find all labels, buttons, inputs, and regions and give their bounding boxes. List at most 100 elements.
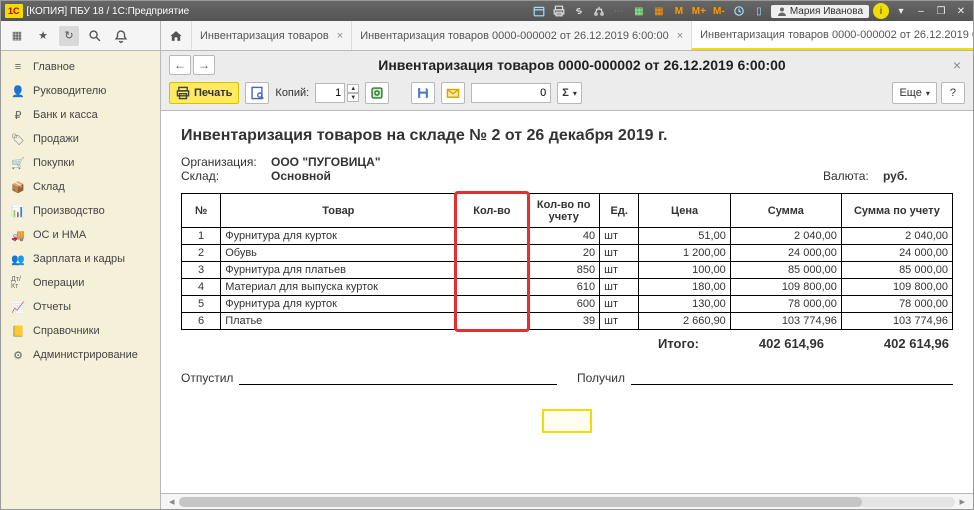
cell-qtyacc: 39: [528, 313, 600, 330]
star-icon[interactable]: ★: [33, 26, 53, 46]
col-header-7: Сумма по учету: [841, 194, 952, 228]
total-sum: 402 614,96: [739, 336, 824, 351]
cell-name: Фурнитура для платьев: [221, 262, 456, 279]
settings-button[interactable]: [365, 82, 389, 104]
more-button[interactable]: Еще ▾: [892, 82, 936, 104]
separator-icon: ⋯: [611, 3, 627, 19]
tab-doc-1[interactable]: Инвентаризация товаров 0000-000002 от 26…: [352, 21, 692, 50]
dropdown-icon[interactable]: ▾: [893, 3, 909, 19]
scale-icon[interactable]: [591, 3, 607, 19]
history-icon[interactable]: [531, 3, 547, 19]
cell-sum: 103 774,96: [730, 313, 841, 330]
letter-m-icon[interactable]: M: [671, 3, 687, 19]
cell-unit: шт: [600, 245, 639, 262]
sidebar-item-12[interactable]: ⚙Администрирование: [1, 343, 160, 367]
cell-qty: [456, 313, 528, 330]
sidebar-item-5[interactable]: 📦Склад: [1, 175, 160, 199]
save-button[interactable]: [411, 82, 435, 104]
mplus-icon[interactable]: M+: [691, 3, 707, 19]
warehouse-value: Основной: [271, 169, 331, 183]
apps-icon[interactable]: ▦: [7, 26, 27, 46]
help-button[interactable]: ?: [941, 82, 965, 104]
h-scroll-thumb[interactable]: [179, 497, 863, 507]
link-icon[interactable]: [571, 3, 587, 19]
h-scrollbar[interactable]: ◂ ▸: [161, 493, 973, 509]
tab-close-icon[interactable]: ×: [333, 30, 343, 42]
document-viewport[interactable]: Инвентаризация товаров на складе № 2 от …: [161, 110, 973, 493]
copies-label: Копий:: [275, 87, 309, 99]
restore-icon[interactable]: ❐: [933, 3, 949, 19]
cell-sumacc: 103 774,96: [841, 313, 952, 330]
sidebar-item-7[interactable]: 🚚ОС и НМА: [1, 223, 160, 247]
email-button[interactable]: [441, 82, 465, 104]
preview-button[interactable]: [245, 82, 269, 104]
panel-icon[interactable]: ▯: [751, 3, 767, 19]
cell-sum: 24 000,00: [730, 245, 841, 262]
page-close-button[interactable]: ×: [949, 57, 965, 73]
sidebar-item-label: Склад: [33, 181, 65, 193]
main-toolbar: ▦ ★ ↻ Инвентаризация товаров×Инвентариза…: [1, 21, 973, 51]
clock-icon[interactable]: [731, 3, 747, 19]
sidebar-item-8[interactable]: 👥Зарплата и кадры: [1, 247, 160, 271]
info-icon[interactable]: i: [873, 3, 889, 19]
sidebar-item-label: ОС и НМА: [33, 229, 86, 241]
cell-name: Обувь: [221, 245, 456, 262]
window-close-icon[interactable]: ✕: [953, 3, 969, 19]
search-icon[interactable]: [85, 26, 105, 46]
user-chip[interactable]: Мария Иванова: [771, 5, 869, 18]
print-icon[interactable]: [551, 3, 567, 19]
cell-qtyacc: 610: [528, 279, 600, 296]
sidebar-icon: Дт/Кт: [11, 276, 25, 290]
nav-back-button[interactable]: ←: [169, 55, 191, 75]
sidebar-item-2[interactable]: ₽Банк и касса: [1, 103, 160, 127]
sigma-icon: Σ: [562, 87, 569, 99]
cell-qty: [456, 228, 528, 245]
copies-spinner[interactable]: ▲ ▼: [315, 83, 359, 103]
copies-down-button[interactable]: ▼: [347, 93, 359, 102]
table-row: 3Фурнитура для платьев850шт100,0085 000,…: [182, 262, 953, 279]
cell-sumacc: 78 000,00: [841, 296, 952, 313]
cell-sumacc: 109 800,00: [841, 279, 952, 296]
sidebar-item-0[interactable]: ≡Главное: [1, 55, 160, 79]
nav-fwd-button[interactable]: →: [193, 55, 215, 75]
history-nav-icon[interactable]: ↻: [59, 26, 79, 46]
copies-up-button[interactable]: ▲: [347, 84, 359, 93]
cell-price: 100,00: [639, 262, 730, 279]
sidebar-item-label: Справочники: [33, 325, 100, 337]
cell-price: 1 200,00: [639, 245, 730, 262]
tab-doc-0[interactable]: Инвентаризация товаров×: [192, 21, 352, 50]
calendar-icon[interactable]: ▦: [651, 3, 667, 19]
sign-recv-label: Получил: [577, 371, 625, 385]
sidebar-item-label: Главное: [33, 61, 75, 73]
cell-sum: 85 000,00: [730, 262, 841, 279]
app-title: [КОПИЯ] ПБУ 18 / 1С:Предприятие: [27, 6, 190, 17]
sidebar-item-1[interactable]: 👤Руководителю: [1, 79, 160, 103]
sidebar-item-4[interactable]: 🛒Покупки: [1, 151, 160, 175]
min-icon[interactable]: –: [913, 3, 929, 19]
org-value: ООО "ПУГОВИЦА": [271, 155, 381, 169]
help-button-label: ?: [950, 87, 956, 99]
calc-icon[interactable]: ▦: [631, 3, 647, 19]
print-button[interactable]: Печать: [169, 82, 239, 104]
sum-button[interactable]: Σ ▾: [557, 82, 582, 104]
cell-qty: [456, 262, 528, 279]
copies-input[interactable]: [315, 83, 345, 103]
sidebar-item-9[interactable]: Дт/КтОперации: [1, 271, 160, 295]
cell-qty: [456, 245, 528, 262]
sidebar-icon: 👤: [11, 84, 25, 98]
sidebar-item-10[interactable]: 📈Отчеты: [1, 295, 160, 319]
sidebar-item-3[interactable]: 🏷Продажи: [1, 127, 160, 151]
org-label: Организация:: [181, 155, 271, 169]
sidebar-item-6[interactable]: 📊Производство: [1, 199, 160, 223]
tab-home[interactable]: [161, 21, 192, 50]
tab-close-icon[interactable]: ×: [673, 30, 683, 42]
left-sidebar: ≡Главное👤Руководителю₽Банк и касса🏷Прода…: [1, 51, 161, 509]
number-input[interactable]: [471, 83, 551, 103]
sidebar-item-11[interactable]: 📒Справочники: [1, 319, 160, 343]
sidebar-icon: 🛒: [11, 156, 25, 170]
notifications-icon[interactable]: [111, 26, 131, 46]
content-area: ← → Инвентаризация товаров 0000-000002 о…: [161, 51, 973, 509]
tab-doc-2[interactable]: Инвентаризация товаров 0000-000002 от 26…: [692, 21, 973, 50]
mminus-icon[interactable]: M-: [711, 3, 727, 19]
sidebar-icon: 📊: [11, 204, 25, 218]
